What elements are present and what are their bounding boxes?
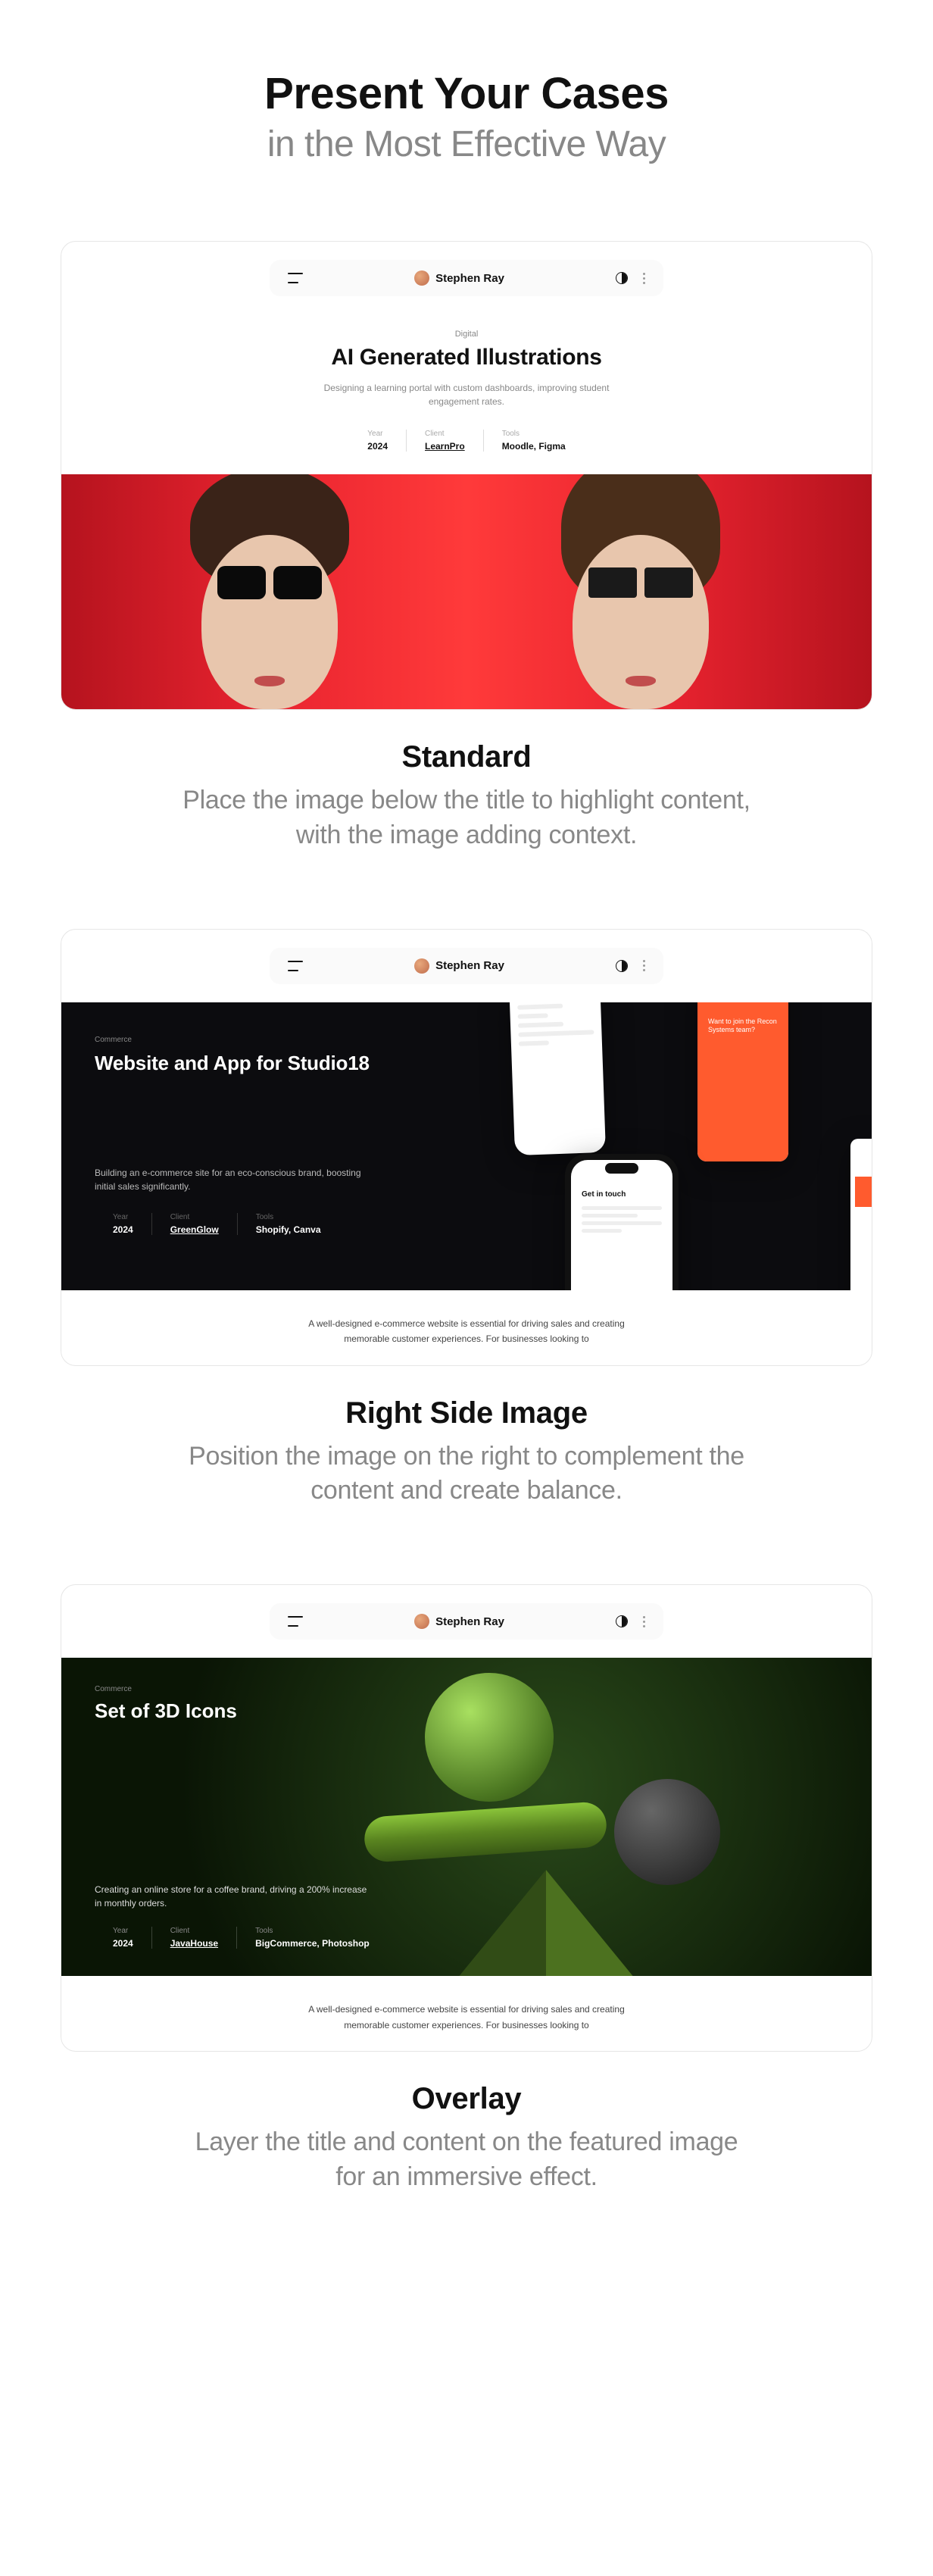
menu-icon[interactable] [288, 961, 303, 971]
navbar-inner: Stephen Ray [270, 948, 663, 984]
more-icon[interactable] [643, 1616, 645, 1627]
phone-notch [605, 1163, 638, 1174]
case-category: Digital [92, 330, 841, 339]
menu-icon[interactable] [288, 1616, 303, 1627]
author-name: Stephen Ray [435, 272, 504, 285]
avatar [414, 958, 429, 974]
meta-label: Year [367, 430, 388, 438]
case-card-overlay: Stephen Ray Commerce Set of 3D Icons Cre… [61, 1584, 872, 2052]
avatar [414, 270, 429, 286]
navbar-right [616, 272, 645, 284]
theme-toggle-icon[interactable] [616, 960, 628, 972]
case-meta: Year 2024 Client JavaHouse Tools BigComm… [95, 1927, 838, 1949]
case-body: Digital AI Generated Illustrations Desig… [61, 314, 872, 474]
case-overlay-body: Commerce Set of 3D Icons Creating an onl… [61, 1658, 872, 1976]
meta-value: 2024 [113, 1224, 133, 1235]
hero-header: Present Your Cases in the Most Effective… [61, 68, 872, 165]
meta-label: Client [170, 1927, 218, 1935]
navbar: Stephen Ray [61, 930, 872, 1002]
case-desc: Building an e-commerce site for an eco-c… [95, 1166, 382, 1193]
case-meta: Year 2024 Client LearnPro Tools Moodle, … [92, 430, 841, 452]
meta-value[interactable]: GreenGlow [170, 1224, 219, 1235]
meta-year: Year 2024 [95, 1213, 151, 1235]
section-title: Standard [61, 740, 872, 774]
author-name: Stephen Ray [435, 959, 504, 972]
face-right [554, 489, 728, 709]
author-name: Stephen Ray [435, 1615, 504, 1628]
meta-value: Moodle, Figma [502, 441, 566, 452]
phone-screen-title: Get in touch [582, 1190, 662, 1199]
section-desc: Place the image below the title to highl… [183, 783, 750, 853]
case-image-right: Want to join the Recon Systems team? Get… [466, 1002, 872, 1290]
meta-label: Client [425, 430, 465, 438]
meta-tools: Tools BigCommerce, Photoshop [236, 1927, 388, 1949]
case-meta: Year 2024 Client GreenGlow Tools Shopify… [95, 1213, 433, 1235]
meta-tools: Tools Shopify, Canva [237, 1213, 339, 1235]
case-overlay-content: Commerce Set of 3D Icons Creating an onl… [95, 1685, 838, 1949]
navbar-right [616, 1615, 645, 1627]
meta-client: Client LearnPro [406, 430, 483, 452]
case-desc: Designing a learning portal with custom … [300, 381, 633, 408]
case-desc: Creating an online store for a coffee br… [95, 1883, 367, 1910]
section-desc: Layer the title and content on the featu… [183, 2125, 750, 2195]
hero-subtitle: in the Most Effective Way [61, 123, 872, 165]
phone-mockup [850, 1139, 872, 1290]
navbar-inner: Stephen Ray [270, 260, 663, 296]
meta-label: Year [113, 1927, 133, 1935]
meta-client: Client JavaHouse [151, 1927, 236, 1949]
meta-label: Year [113, 1213, 133, 1221]
meta-value: BigCommerce, Photoshop [255, 1938, 370, 1949]
section-title: Overlay [61, 2082, 872, 2116]
meta-label: Client [170, 1213, 219, 1221]
meta-label: Tools [256, 1213, 321, 1221]
case-title: Website and App for Studio18 [95, 1052, 433, 1075]
case-card-standard: Stephen Ray Digital AI Generated Illustr… [61, 241, 872, 710]
case-category: Commerce [95, 1685, 838, 1693]
case-card-right-image: Stephen Ray Commerce Website and App for… [61, 929, 872, 1366]
author-brand[interactable]: Stephen Ray [414, 1614, 504, 1629]
section-desc: Position the image on the right to compl… [183, 1440, 750, 1509]
meta-label: Tools [255, 1927, 370, 1935]
page: Present Your Cases in the Most Effective… [0, 0, 933, 2286]
case-title: Set of 3D Icons [95, 1699, 838, 1723]
case-preview-text: A well-designed e-commerce website is es… [254, 1290, 679, 1365]
menu-icon[interactable] [288, 273, 303, 283]
meta-year: Year 2024 [95, 1927, 151, 1949]
meta-value[interactable]: LearnPro [425, 441, 465, 452]
theme-toggle-icon[interactable] [616, 272, 628, 284]
phone-mockup: Get in touch [565, 1154, 679, 1290]
more-icon[interactable] [643, 960, 645, 971]
more-icon[interactable] [643, 273, 645, 284]
meta-year: Year 2024 [349, 430, 406, 452]
meta-client: Client GreenGlow [151, 1213, 237, 1235]
sunglasses-icon [584, 565, 697, 600]
phone-mockup [509, 1002, 606, 1155]
phone-mockup: Want to join the Recon Systems team? [697, 1002, 788, 1161]
face-left [183, 489, 357, 709]
case-preview-text: A well-designed e-commerce website is es… [254, 1976, 679, 2051]
case-category: Commerce [95, 1036, 433, 1044]
meta-label: Tools [502, 430, 566, 438]
navbar-inner: Stephen Ray [270, 1603, 663, 1640]
theme-toggle-icon[interactable] [616, 1615, 628, 1627]
meta-value: Shopify, Canva [256, 1224, 321, 1235]
phone-text: Want to join the Recon Systems team? [708, 1018, 778, 1035]
case-hero-image [61, 474, 872, 709]
navbar: Stephen Ray [61, 1585, 872, 1658]
case-body: Commerce Website and App for Studio18 Bu… [61, 1002, 872, 1290]
hero-title: Present Your Cases [61, 68, 872, 119]
navbar-right [616, 960, 645, 972]
case-text-left: Commerce Website and App for Studio18 Bu… [61, 1002, 466, 1290]
meta-tools: Tools Moodle, Figma [483, 430, 584, 452]
meta-value[interactable]: JavaHouse [170, 1938, 218, 1949]
sunglasses-icon [213, 565, 326, 600]
author-brand[interactable]: Stephen Ray [414, 958, 504, 974]
section-title: Right Side Image [61, 1396, 872, 1430]
case-title: AI Generated Illustrations [92, 345, 841, 370]
navbar: Stephen Ray [61, 242, 872, 314]
meta-value: 2024 [367, 441, 388, 452]
meta-value: 2024 [113, 1938, 133, 1949]
author-brand[interactable]: Stephen Ray [414, 270, 504, 286]
avatar [414, 1614, 429, 1629]
